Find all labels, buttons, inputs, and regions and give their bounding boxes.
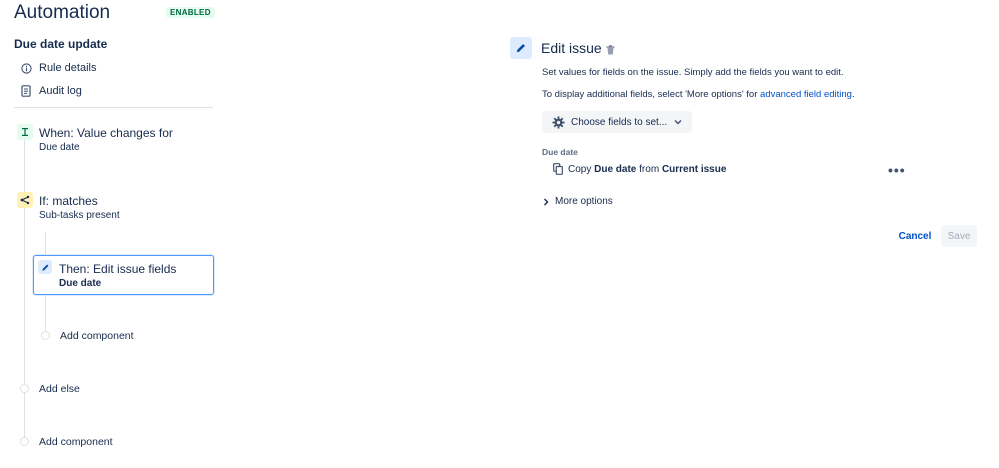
panel-title: Edit issue (541, 40, 602, 56)
edit-issue-icon (510, 37, 532, 59)
timeline-dot (41, 331, 50, 340)
add-else-button[interactable]: Add else (39, 383, 80, 395)
sidebar-item-audit-log[interactable]: Audit log (20, 83, 82, 99)
panel-additional-text: To display additional fields, select 'Mo… (542, 89, 855, 100)
sidebar-item-label: Audit log (39, 85, 82, 97)
panel-description: Set values for fields on the issue. Simp… (542, 67, 844, 78)
trigger-title[interactable]: When: Value changes for (39, 126, 173, 140)
sidebar-item-label: Rule details (39, 62, 97, 74)
rule-name: Due date update (14, 37, 108, 51)
copy-source: Current issue (661, 163, 727, 175)
due-date-field-label: Due date (542, 147, 578, 157)
timeline-dot (20, 384, 29, 393)
timeline-line (24, 140, 25, 440)
branch-icon (17, 192, 33, 208)
choose-fields-button[interactable]: Choose fields to set... (542, 111, 693, 133)
advanced-field-editing-link[interactable]: advanced field editing (760, 89, 852, 100)
more-options-toggle[interactable]: More options (543, 196, 613, 207)
additional-text-suffix: . (851, 89, 855, 100)
sidebar-divider (14, 107, 213, 108)
document-icon (20, 85, 32, 97)
gear-icon (552, 115, 565, 129)
more-actions-icon[interactable]: ••• (888, 162, 906, 178)
chevron-down-icon (674, 119, 682, 125)
add-component-outer-button[interactable]: Add component (39, 436, 113, 448)
action-subtitle: Due date (59, 278, 102, 289)
save-button[interactable]: Save (941, 225, 977, 247)
timeline-dot (20, 437, 29, 446)
action-title[interactable]: Then: Edit issue fields (59, 262, 176, 276)
copy-field-name: Due date (594, 163, 637, 175)
sidebar-item-rule-details[interactable]: Rule details (20, 60, 96, 76)
pencil-icon (38, 260, 52, 274)
add-component-inner-button[interactable]: Add component (60, 330, 134, 342)
copy-from: from (639, 163, 660, 175)
condition-title[interactable]: If: matches (39, 194, 98, 208)
additional-text-prefix: To display additional fields, select 'Mo… (542, 89, 761, 100)
trigger-icon (17, 124, 33, 140)
copy-icon (553, 163, 563, 175)
copy-prefix: Copy (568, 163, 592, 175)
page-title: Automation (14, 2, 111, 23)
trash-icon[interactable] (606, 42, 615, 60)
chevron-right-icon (543, 198, 549, 206)
copy-field-row[interactable]: Copy Due date from Current issue (553, 163, 726, 175)
cancel-button[interactable]: Cancel (896, 226, 934, 246)
condition-subtitle: Sub-tasks present (39, 210, 120, 221)
choose-fields-label: Choose fields to set... (571, 116, 668, 128)
info-icon (20, 62, 32, 74)
trigger-subtitle: Due date (39, 142, 80, 153)
more-options-label: More options (555, 196, 613, 207)
status-badge: ENABLED (166, 7, 215, 18)
